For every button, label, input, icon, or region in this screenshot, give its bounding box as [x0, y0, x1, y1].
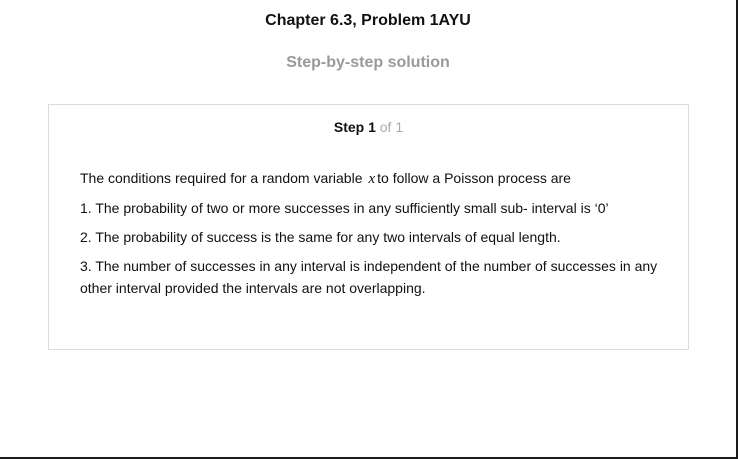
step-card: Step 1 of 1 The conditions required for … [48, 104, 689, 350]
variable-x: x [368, 171, 376, 187]
intro-text-before: The conditions required for a random var… [80, 170, 363, 186]
condition-item-1: 1. The probability of two or more succes… [80, 200, 609, 216]
condition-item-2: 2. The probability of success is the sam… [80, 229, 561, 245]
intro-paragraph: The conditions required for a random var… [80, 167, 660, 190]
condition-item-3: 3. The number of successes in any interv… [80, 258, 658, 296]
step-label: Step 1 [333, 119, 376, 135]
page-subtitle: Step-by-step solution [286, 54, 450, 71]
step-count: of 1 [379, 119, 404, 135]
page-title: Chapter 6.3, Problem 1AYU [265, 12, 471, 29]
solution-page: Chapter 6.3, Problem 1AYU Step-by-step s… [0, 0, 738, 459]
step-content: The conditions required for a random var… [80, 167, 660, 306]
intro-text-after: to follow a Poisson process are [377, 170, 571, 186]
step-header: Step 1 of 1 [49, 119, 688, 135]
